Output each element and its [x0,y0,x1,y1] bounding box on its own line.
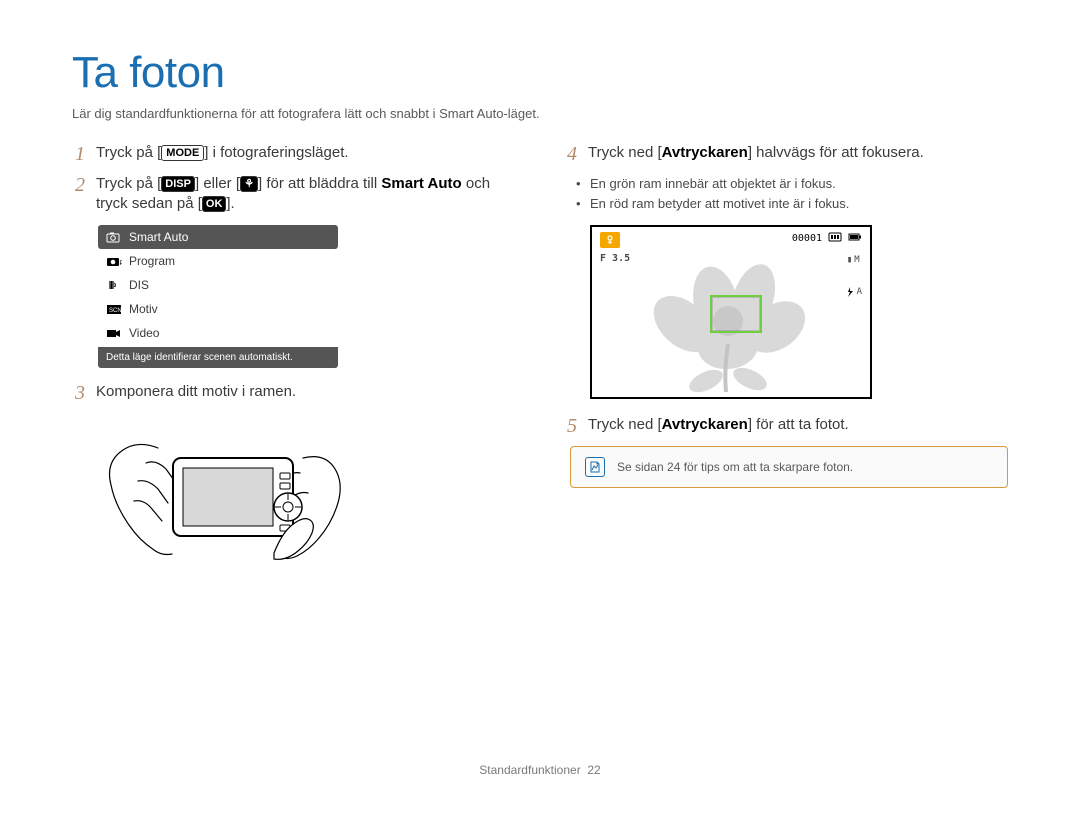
macro-button-icon: ⚘ [240,176,258,192]
camera-lcd-preview: 00001 F 3.5 ▮M A [590,225,872,399]
step-5-text: Tryck ned [Avtryckaren] för att ta fotot… [588,415,1008,435]
flash-auto-indicator: A [845,287,862,297]
step-1-text: Tryck på [MODE] i fotograferingsläget. [96,143,516,163]
scene-icon: SCN [106,303,122,315]
focus-bullets: En grön ram innebär att objektet är i fo… [576,174,1008,213]
focus-rectangle [710,295,762,333]
program-icon: P [106,255,122,267]
mode-menu: Smart Auto P Program DIS SCN Motiv [98,225,338,368]
smart-auto-icon [106,231,122,243]
bullet-red: En röd ram betyder att motivet inte är i… [576,194,1008,214]
dis-icon [106,279,122,291]
menu-item-smart-auto: Smart Auto [98,225,338,249]
page-title: Ta foton [72,48,1008,98]
memory-icon [828,232,842,245]
mode-button-icon: MODE [161,145,204,161]
bullet-green: En grön ram innebär att objektet är i fo… [576,174,1008,194]
menu-label: Program [129,254,175,268]
svg-text:SCN: SCN [109,308,122,314]
svg-text:P: P [120,261,123,267]
step-3-text: Komponera ditt motiv i ramen. [96,382,516,402]
battery-icon [848,232,862,245]
step-number-1: 1 [72,143,88,164]
step-2-text: Tryck på [DISP] eller [⚘] för att bläddr… [96,174,516,215]
menu-item-program: P Program [98,249,338,273]
note-text: Se sidan 24 för tips om att ta skarpare … [617,460,853,474]
counter: 00001 [792,233,822,244]
menu-item-video: Video [98,321,338,345]
menu-label: Video [129,326,159,340]
disp-button-icon: DISP [161,176,195,192]
step-number-2: 2 [72,174,88,195]
step-number-5: 5 [564,415,580,436]
menu-label: DIS [129,278,149,292]
f-number: F 3.5 [600,253,630,264]
video-icon [106,327,122,339]
resolution-indicator: ▮M [847,255,860,265]
page-subtitle: Lär dig standardfunktionerna för att fot… [72,106,1008,121]
menu-label: Motiv [129,302,158,316]
menu-item-motiv: SCN Motiv [98,297,338,321]
page-footer: Standardfunktioner 22 [0,763,1080,777]
tip-note: Se sidan 24 för tips om att ta skarpare … [570,446,1008,488]
ok-button-icon: OK [202,196,227,212]
menu-label: Smart Auto [129,230,188,244]
menu-item-dis: DIS [98,273,338,297]
camera-holding-illustration [98,413,348,603]
menu-caption: Detta läge identifierar scenen automatis… [98,347,338,368]
step-number-4: 4 [564,143,580,164]
step-number-3: 3 [72,382,88,403]
note-icon [585,457,605,477]
step-4-text: Tryck ned [Avtryckaren] halvvägs för att… [588,143,1008,163]
